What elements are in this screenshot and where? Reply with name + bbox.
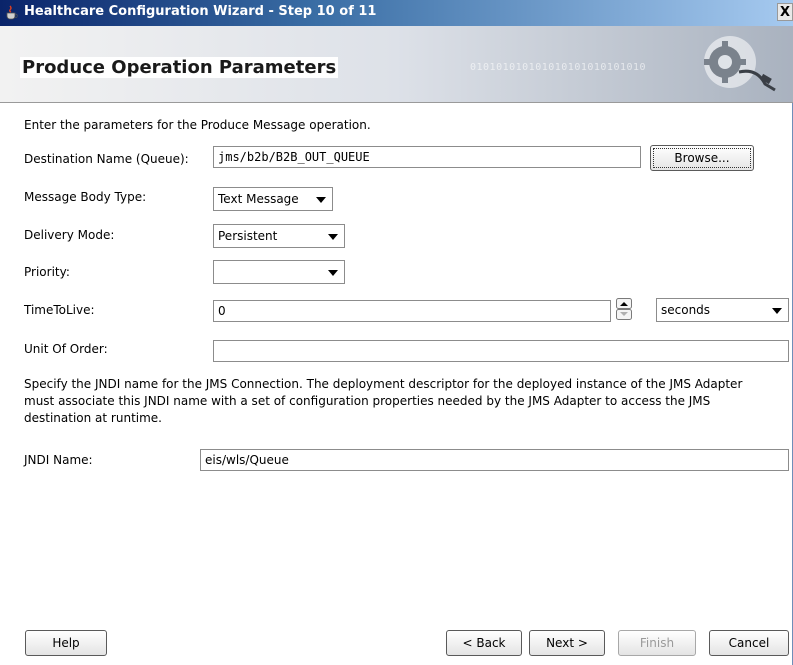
- time-unit-value: seconds: [661, 303, 711, 317]
- dropdown-arrow-icon: [772, 308, 782, 314]
- message-body-type-value: Text Message: [218, 192, 299, 206]
- spinner-icon[interactable]: [616, 298, 632, 320]
- window-title: Healthcare Configuration Wizard - Step 1…: [24, 4, 377, 19]
- wizard-header: Produce Operation Parameters 01010101010…: [0, 26, 793, 103]
- unit-of-order-label: Unit Of Order:: [24, 342, 108, 356]
- browse-button-label: Browse...: [674, 151, 730, 165]
- message-body-type-label: Message Body Type:: [24, 190, 147, 204]
- next-button[interactable]: Next >: [529, 630, 605, 656]
- jndi-name-label: JNDI Name:: [24, 453, 93, 467]
- cancel-button[interactable]: Cancel: [709, 630, 789, 656]
- jndi-description: Specify the JNDI name for the JMS Connec…: [24, 377, 743, 425]
- time-to-live-label: TimeToLive:: [24, 303, 95, 317]
- help-button[interactable]: Help: [25, 630, 107, 656]
- next-button-label: Next >: [546, 636, 588, 650]
- priority-label: Priority:: [24, 265, 70, 279]
- message-body-type-select[interactable]: Text Message: [213, 187, 333, 211]
- back-button[interactable]: < Back: [446, 630, 522, 656]
- dropdown-arrow-icon: [328, 234, 338, 240]
- page-title: Produce Operation Parameters: [20, 57, 339, 78]
- destination-field[interactable]: jms/b2b/B2B_OUT_QUEUE: [213, 146, 641, 168]
- intro-text: Enter the parameters for the Produce Mes…: [24, 118, 371, 132]
- finish-button-label: Finish: [639, 636, 675, 650]
- title-bar: Healthcare Configuration Wizard - Step 1…: [0, 0, 793, 26]
- jndi-name-field[interactable]: eis/wls/Queue: [200, 449, 789, 471]
- finish-button[interactable]: Finish: [618, 630, 696, 656]
- delivery-mode-value: Persistent: [218, 229, 278, 243]
- time-to-live-field[interactable]: 0: [213, 300, 611, 322]
- priority-select[interactable]: [213, 260, 345, 284]
- destination-label: Destination Name (Queue):: [24, 152, 189, 166]
- gear-plug-icon: [704, 36, 776, 92]
- time-unit-select[interactable]: seconds: [656, 298, 789, 322]
- browse-button[interactable]: Browse...: [650, 145, 754, 171]
- delivery-mode-select[interactable]: Persistent: [213, 224, 345, 248]
- cancel-button-label: Cancel: [728, 636, 770, 650]
- unit-of-order-field[interactable]: [213, 340, 789, 362]
- delivery-mode-label: Delivery Mode:: [24, 228, 115, 242]
- app-cup-icon: [6, 5, 18, 20]
- dropdown-arrow-icon: [328, 270, 338, 276]
- close-icon[interactable]: X: [777, 3, 793, 21]
- wizard-window: Healthcare Configuration Wizard - Step 1…: [0, 0, 793, 665]
- dropdown-arrow-icon: [316, 197, 326, 203]
- binary-decoration: 010101010101010101010101010: [470, 62, 647, 73]
- back-button-label: < Back: [462, 636, 506, 650]
- help-button-label: Help: [52, 636, 80, 650]
